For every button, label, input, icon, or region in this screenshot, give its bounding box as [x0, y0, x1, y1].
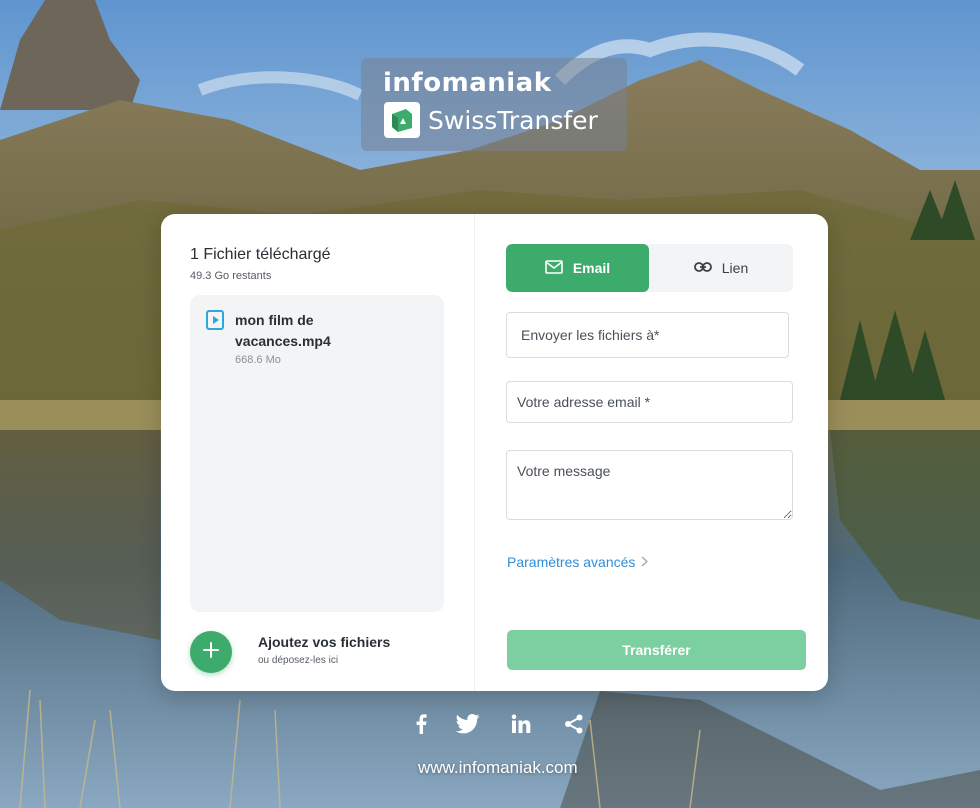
- facebook-icon[interactable]: [409, 712, 433, 736]
- transfer-button[interactable]: Transférer: [507, 630, 806, 670]
- video-file-icon: [206, 310, 224, 335]
- brand-name: infomaniak: [383, 68, 552, 98]
- link-icon: [693, 260, 722, 276]
- twitter-icon[interactable]: [456, 712, 480, 736]
- linkedin-icon[interactable]: [509, 712, 533, 736]
- recipient-email-input[interactable]: [506, 312, 789, 358]
- file-name: mon film de vacances.mp4: [235, 312, 331, 349]
- chevron-right-icon: [635, 554, 649, 570]
- infomaniak-swisstransfer-logo[interactable]: infomaniak SwissTransfer: [361, 58, 627, 151]
- plus-icon: [202, 641, 220, 664]
- upload-count-title: 1 Fichier téléchargé: [190, 246, 331, 263]
- envelope-icon: [545, 259, 573, 277]
- add-files-button[interactable]: [190, 631, 232, 673]
- product-name: SwissTransfer: [428, 105, 598, 135]
- add-files-label[interactable]: Ajoutez vos fichiers: [258, 634, 390, 650]
- advanced-settings-label: Paramètres avancés: [507, 554, 636, 570]
- storage-remaining: 49.3 Go restants: [190, 270, 272, 282]
- tab-email[interactable]: Email: [506, 244, 649, 292]
- message-textarea[interactable]: [506, 450, 793, 520]
- tab-link-label: Lien: [721, 260, 749, 276]
- swisstransfer-app-icon: [384, 102, 420, 138]
- infomaniak-website-link[interactable]: www.infomaniak.com: [418, 758, 578, 778]
- file-list[interactable]: mon film de vacances.mp4 668.6 Mo: [190, 295, 444, 612]
- transfer-mode-tabs: Email Lien: [506, 244, 793, 292]
- sender-email-input[interactable]: [506, 381, 793, 423]
- share-icon[interactable]: [562, 712, 586, 736]
- tab-email-label: Email: [572, 260, 611, 276]
- file-size: 668.6 Mo: [235, 354, 281, 366]
- drop-files-hint: ou déposez-les ici: [258, 655, 339, 666]
- advanced-settings-link[interactable]: Paramètres avancés: [507, 554, 649, 570]
- transfer-card: 1 Fichier téléchargé 49.3 Go restants mo…: [161, 214, 828, 691]
- tab-link[interactable]: Lien: [649, 244, 793, 292]
- column-divider: [474, 214, 475, 691]
